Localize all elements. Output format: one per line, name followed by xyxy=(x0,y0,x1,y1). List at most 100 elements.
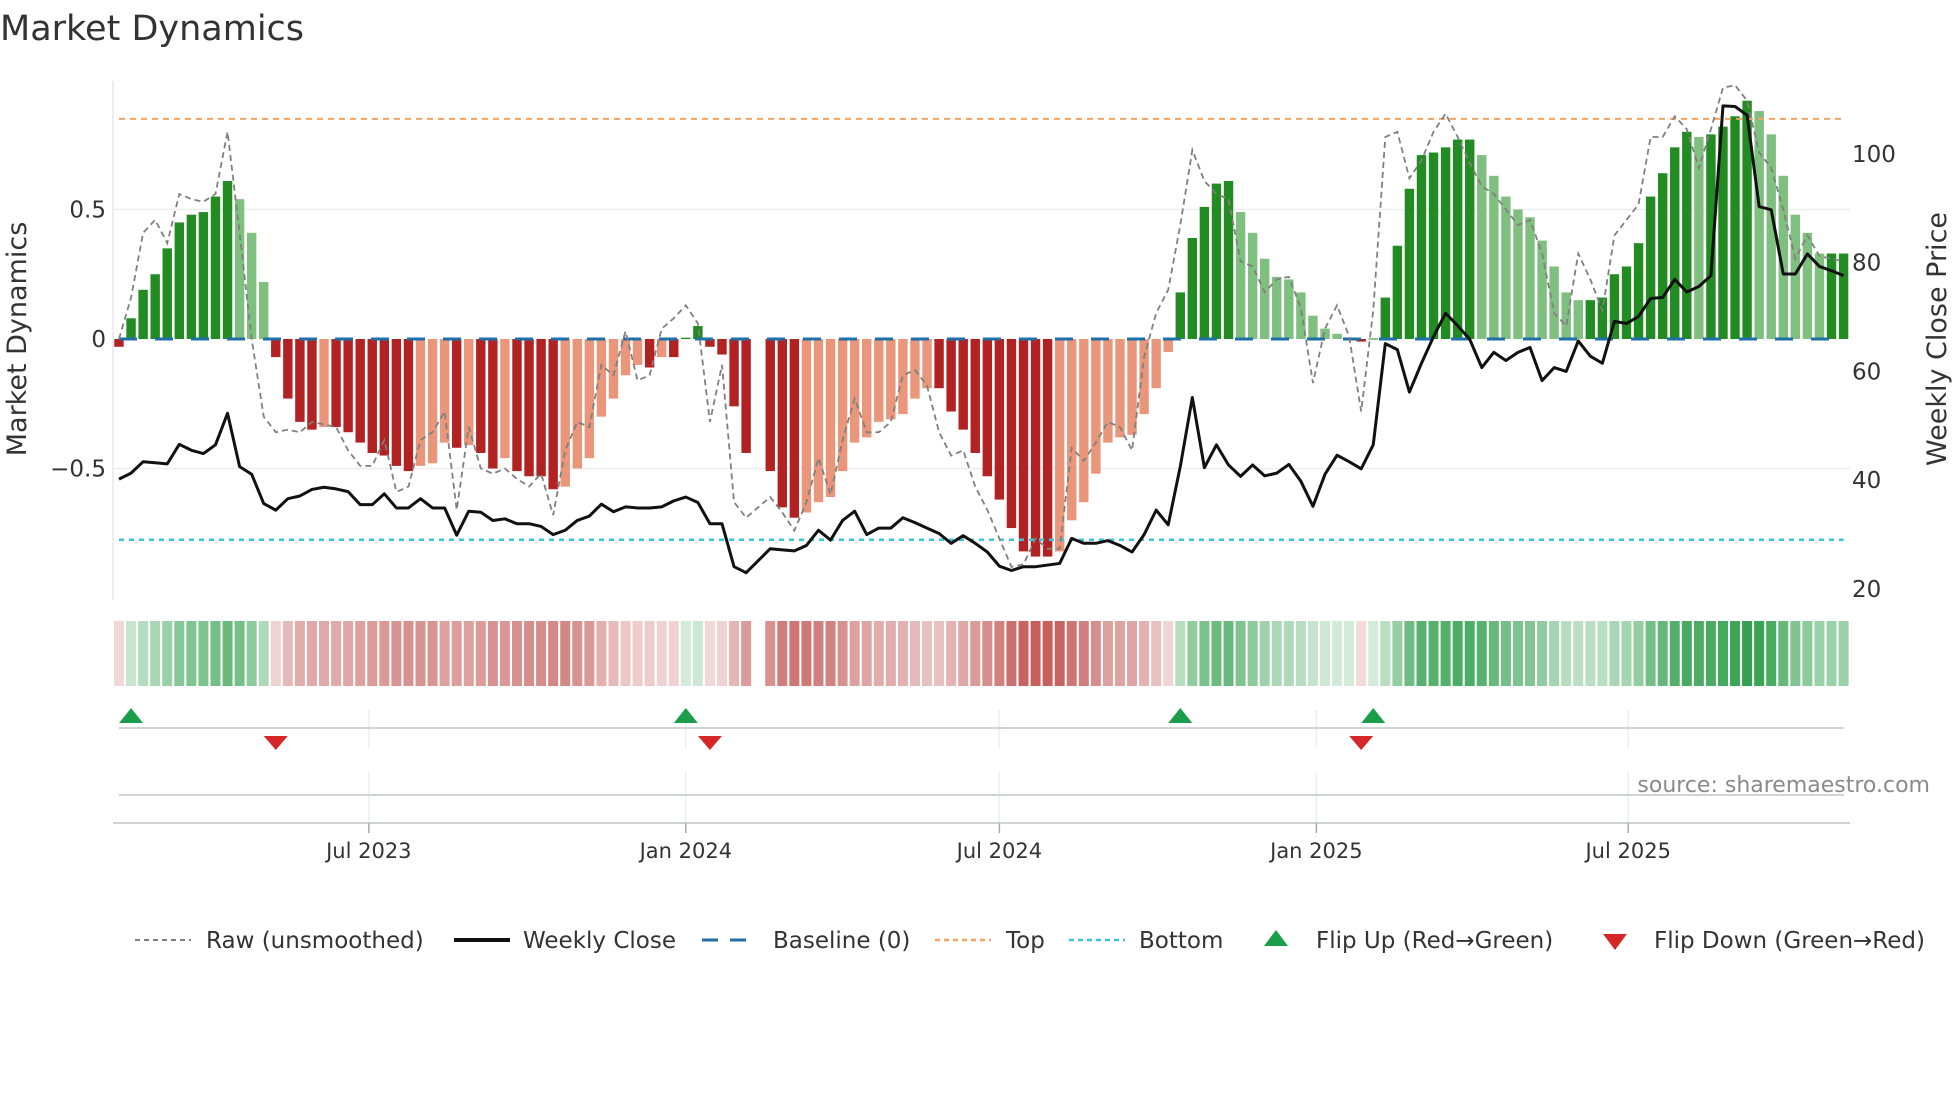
momentum-bar xyxy=(1067,339,1077,521)
momentum-bar xyxy=(512,339,522,472)
momentum-bar xyxy=(1163,339,1173,352)
flip-up-marker xyxy=(1168,708,1193,723)
momentum-bar xyxy=(1042,339,1053,557)
heatmap-cell xyxy=(1633,621,1644,686)
heatmap-cell xyxy=(1778,621,1789,686)
chart-title: Market Dynamics xyxy=(0,9,304,49)
heatmap-cell xyxy=(1537,621,1548,686)
heatmap-cell xyxy=(234,621,245,686)
momentum-bar xyxy=(1670,147,1680,339)
legend-label: Bottom xyxy=(1139,928,1223,954)
legend-label: Flip Up (Red→Green) xyxy=(1316,928,1553,954)
momentum-bar xyxy=(536,339,546,477)
heatmap-cell xyxy=(1621,621,1632,686)
momentum-bar xyxy=(1826,253,1837,339)
momentum-bar xyxy=(1838,253,1849,339)
momentum-bar xyxy=(1091,339,1101,474)
momentum-bar xyxy=(994,339,1005,500)
heatmap-cell xyxy=(451,621,462,686)
heatmap-cell xyxy=(1078,621,1089,686)
right-y-tick-label: 80 xyxy=(1852,251,1881,277)
heatmap-cell xyxy=(1054,621,1065,686)
momentum-bar xyxy=(681,337,691,339)
flip-marker-panel xyxy=(119,708,1844,823)
momentum-bar xyxy=(1115,339,1125,438)
heatmap-cell xyxy=(355,621,366,686)
heatmap-cell xyxy=(1235,621,1246,686)
flip-down-marker xyxy=(697,736,722,750)
momentum-bar xyxy=(825,339,836,497)
heatmap-cell xyxy=(186,621,197,686)
heatmap-cell xyxy=(1066,621,1077,686)
momentum-bar xyxy=(1127,339,1137,435)
heatmap-cell xyxy=(1476,621,1487,686)
right-y-tick-label: 20 xyxy=(1852,577,1881,603)
momentum-bar xyxy=(138,289,148,339)
heatmap-cell xyxy=(138,621,149,686)
momentum-bar xyxy=(1320,328,1330,339)
y-tick-label: 0.5 xyxy=(69,198,106,224)
heatmap-cell xyxy=(1500,621,1511,686)
momentum-bar xyxy=(934,339,944,389)
heatmap-cell xyxy=(1102,621,1113,686)
right-y-tick-label: 40 xyxy=(1852,468,1881,494)
legend-bottom: Bottom xyxy=(1069,928,1223,954)
momentum-bar xyxy=(198,212,209,339)
heatmap-cell xyxy=(1320,621,1330,686)
legend-top: Top xyxy=(935,928,1045,954)
heatmap-cell xyxy=(1826,621,1837,686)
heatmap-cell xyxy=(970,621,981,686)
heatmap-cell xyxy=(1211,621,1222,686)
legend-weekly-close: Weekly Close xyxy=(454,928,676,954)
heatmap-cell xyxy=(222,621,233,686)
momentum-bar xyxy=(283,339,293,399)
heatmap-cell xyxy=(1283,621,1294,686)
heatmap-cell xyxy=(1416,621,1427,686)
heatmap-cell xyxy=(1440,621,1451,686)
momentum-bar xyxy=(1621,266,1632,339)
momentum-bar xyxy=(898,339,908,415)
right-y-tick-label: 60 xyxy=(1852,359,1881,385)
heatmap-cell xyxy=(126,621,137,686)
momentum-bar xyxy=(1175,292,1185,339)
momentum-heatmap-strip xyxy=(114,621,1849,686)
legend-flip-down: Flip Down (Green→Red) xyxy=(1603,928,1925,954)
momentum-bar xyxy=(1079,339,1089,503)
momentum-bar xyxy=(126,318,136,339)
heatmap-cell xyxy=(1754,621,1765,686)
heatmap-cell xyxy=(1139,621,1150,686)
right-axis-ticks: 20 40 60 80 100 xyxy=(1852,142,1896,603)
legend-label: Flip Down (Green→Red) xyxy=(1654,928,1925,954)
heatmap-cell xyxy=(367,621,378,686)
legend: Raw (unsmoothed) Weekly Close Baseline (0)… xyxy=(135,928,1925,954)
heatmap-cell xyxy=(1609,621,1620,686)
heatmap-cell xyxy=(511,621,522,686)
momentum-bar xyxy=(741,339,751,453)
heatmap-cell xyxy=(1018,621,1029,686)
heatmap-cell xyxy=(1766,621,1777,686)
heatmap-cell xyxy=(270,621,281,686)
heatmap-cell xyxy=(765,621,776,686)
momentum-bar xyxy=(1404,188,1415,339)
momentum-bar xyxy=(1585,300,1596,339)
heatmap-cell xyxy=(1006,621,1017,686)
heatmap-cell xyxy=(982,621,993,686)
heatmap-cell xyxy=(427,621,438,686)
left-axis-ticks: 0.5 0 −0.5 xyxy=(50,198,106,483)
heatmap-cell xyxy=(1199,621,1210,686)
momentum-bar xyxy=(451,339,462,448)
momentum-bar xyxy=(391,339,402,466)
momentum-bar xyxy=(572,339,582,469)
heatmap-cell xyxy=(1717,621,1728,686)
momentum-bar xyxy=(271,339,281,358)
y-tick-label: −0.5 xyxy=(50,457,106,483)
momentum-bar xyxy=(669,339,679,358)
momentum-bar xyxy=(427,339,438,464)
momentum-bar xyxy=(801,339,812,513)
legend-flip-up: Flip Up (Red→Green) xyxy=(1264,928,1553,954)
x-tick-label: Jul 2025 xyxy=(1583,839,1670,863)
heatmap-cell xyxy=(789,621,800,686)
momentum-bar xyxy=(343,339,353,433)
momentum-bar xyxy=(1465,139,1475,339)
momentum-bar xyxy=(1549,266,1559,339)
